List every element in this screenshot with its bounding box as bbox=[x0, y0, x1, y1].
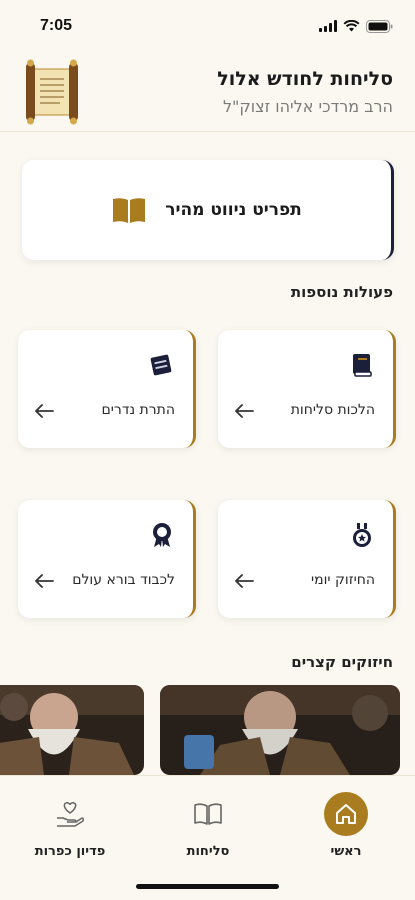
open-book-outline-icon bbox=[194, 803, 222, 825]
tab-pidyon-kaparot-label: פדיון כפרות bbox=[34, 844, 106, 859]
open-book-icon bbox=[113, 198, 146, 223]
quick-nav-label: תפריט ניווט מהיר bbox=[165, 200, 302, 220]
pidyon-tab-icon-wrap bbox=[48, 792, 92, 836]
status-time: 7:05 bbox=[40, 17, 73, 34]
app-header: סליחות לחודש אלול הרב מרדכי אליהו זצוק"ל bbox=[0, 52, 415, 132]
home-icon bbox=[336, 804, 356, 824]
short-video-thumbnail[interactable] bbox=[0, 685, 144, 775]
battery-icon bbox=[366, 19, 393, 33]
short-video-thumbnail[interactable] bbox=[160, 685, 400, 775]
shorts-carousel[interactable] bbox=[0, 685, 415, 775]
lichvod-bore-olam-card[interactable]: לכבוד בורא עולם bbox=[18, 500, 196, 618]
books-icon bbox=[150, 354, 172, 376]
more-actions-title: פעולות נוספות bbox=[290, 283, 393, 301]
lichvod-bore-olam-label: לכבוד בורא עולם bbox=[72, 572, 175, 588]
award-ribbon-icon bbox=[153, 523, 171, 547]
tab-selichot-label: סליחות bbox=[186, 844, 230, 859]
home-indicator bbox=[136, 884, 279, 889]
arrow-left-icon bbox=[35, 574, 54, 588]
halachot-selichot-card[interactable]: הלכות סליחות bbox=[218, 330, 396, 448]
daily-chizuk-card[interactable]: החיזוק יומי bbox=[218, 500, 396, 618]
arrow-left-icon bbox=[35, 404, 54, 418]
daily-chizuk-label: החיזוק יומי bbox=[310, 572, 375, 588]
selichot-tab-icon-wrap bbox=[186, 792, 230, 836]
wifi-icon bbox=[343, 20, 360, 32]
halachot-selichot-label: הלכות סליחות bbox=[290, 402, 375, 418]
home-tab-icon-wrap bbox=[324, 792, 368, 836]
tab-pidyon-kaparot[interactable]: פדיון כפרות bbox=[10, 786, 130, 866]
hatarat-nedarim-label: התרת נדרים bbox=[101, 402, 175, 418]
header-text: סליחות לחודש אלול הרב מרדכי אליהו זצוק"ל bbox=[217, 66, 393, 118]
shorts-title: חיזוקים קצרים bbox=[291, 653, 393, 671]
tab-home[interactable]: ראשי bbox=[286, 786, 406, 866]
app-subtitle: הרב מרדכי אליהו זצוק"ל bbox=[222, 96, 393, 116]
tab-selichot[interactable]: סליחות bbox=[148, 786, 268, 866]
heart-hand-icon bbox=[57, 802, 85, 827]
quick-nav-button[interactable]: תפריט ניווט מהיר bbox=[22, 160, 394, 260]
status-icons bbox=[319, 19, 393, 33]
bottom-tab-bar: ראשי סליחות פדיון כפרות bbox=[0, 775, 415, 900]
medal-icon bbox=[353, 523, 371, 547]
cellular-signal-icon bbox=[319, 20, 337, 32]
torah-scroll-icon bbox=[26, 59, 78, 124]
arrow-left-icon bbox=[235, 574, 254, 588]
tab-home-label: ראשי bbox=[330, 844, 362, 859]
hatarat-nedarim-card[interactable]: התרת נדרים bbox=[18, 330, 196, 448]
app-title: סליחות לחודש אלול bbox=[217, 67, 393, 90]
arrow-left-icon bbox=[235, 404, 254, 418]
status-bar: 7:05 bbox=[0, 0, 415, 52]
closed-book-icon bbox=[353, 354, 372, 377]
